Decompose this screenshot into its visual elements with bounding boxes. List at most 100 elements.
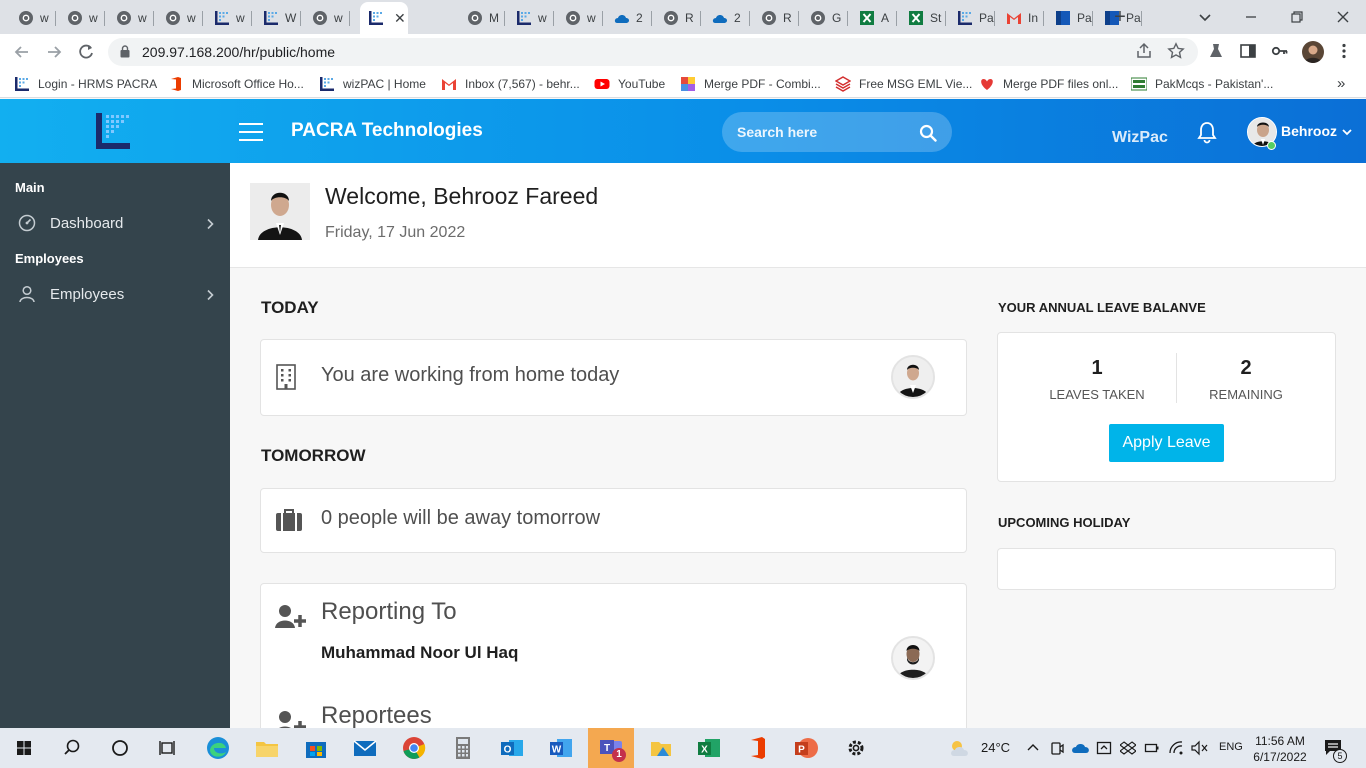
cortana-icon[interactable] [106, 734, 134, 762]
close-tab-icon[interactable]: ✕ [394, 10, 406, 27]
search-icon[interactable] [919, 124, 937, 142]
lock-icon[interactable] [120, 45, 130, 58]
profile-avatar[interactable] [1302, 41, 1324, 63]
battery-plug-icon[interactable] [1144, 740, 1160, 756]
search-icon[interactable] [58, 734, 86, 762]
browser-tab[interactable]: W [253, 4, 301, 32]
chevron-down-icon[interactable] [1341, 125, 1353, 137]
browser-tab[interactable]: w [57, 4, 105, 32]
tab-search-button[interactable] [1194, 6, 1216, 28]
file-explorer-icon[interactable] [253, 734, 281, 762]
browser-tab[interactable]: M [457, 4, 505, 32]
mail-icon[interactable] [351, 734, 379, 762]
bookmark-item[interactable]: YouTube [594, 76, 665, 92]
windows-start-icon[interactable] [10, 734, 38, 762]
browser-tab[interactable]: 2 [604, 4, 652, 32]
bookmark-item[interactable]: wizPAC | Home [319, 76, 426, 92]
excel-icon[interactable]: X [695, 734, 723, 762]
browser-tab[interactable]: 2 [702, 4, 750, 32]
dropbox-icon[interactable] [1119, 740, 1137, 756]
browser-tab[interactable]: w [106, 4, 154, 32]
office-icon[interactable] [743, 734, 771, 762]
bookmark-item[interactable]: PakMcqs - Pakistan'... [1130, 76, 1273, 92]
globe-icon [810, 10, 826, 26]
browser-tab[interactable]: St [898, 4, 946, 32]
weather-temperature[interactable]: 24°C [981, 740, 1010, 755]
volume-muted-icon[interactable] [1191, 740, 1209, 756]
bookmark-star-icon[interactable] [1166, 42, 1186, 62]
browser-tab[interactable]: ✕ [360, 2, 408, 34]
chevron-up-icon[interactable] [1026, 741, 1040, 755]
browser-tab[interactable]: w [555, 4, 603, 32]
new-tab-button[interactable]: + [1109, 6, 1131, 28]
wifi-icon[interactable] [1168, 740, 1184, 756]
tab-title: w [138, 11, 147, 25]
store-icon[interactable] [302, 734, 330, 762]
reload-button[interactable] [75, 41, 97, 63]
close-window-button[interactable] [1332, 6, 1354, 28]
extension-icon[interactable] [1206, 42, 1226, 62]
browser-tab[interactable]: w [8, 4, 56, 32]
sidebar [0, 163, 230, 728]
browser-tab[interactable]: w [204, 4, 252, 32]
settings-gear-icon[interactable] [842, 734, 870, 762]
side-panel-icon[interactable] [1238, 42, 1258, 62]
browser-menu-icon[interactable] [1334, 42, 1354, 62]
user-name[interactable]: Behrooz [1281, 123, 1337, 139]
browser-tab[interactable]: In [996, 4, 1044, 32]
key-icon[interactable] [1270, 42, 1290, 62]
bookmark-item[interactable]: Free MSG EML Vie... [834, 76, 973, 92]
bell-icon[interactable] [1196, 121, 1218, 145]
sidebar-item-employees[interactable]: Employees [0, 276, 230, 312]
calculator-icon[interactable] [449, 734, 477, 762]
menu-toggle-icon[interactable] [239, 123, 263, 141]
browser-tab[interactable]: R [751, 4, 799, 32]
pacra-icon [319, 76, 335, 92]
manager-name[interactable]: Muhammad Noor Ul Haq [321, 643, 518, 663]
word-icon[interactable]: W [547, 734, 575, 762]
outlook-icon[interactable]: O [498, 734, 526, 762]
browser-tab[interactable]: w [155, 4, 203, 32]
meet-now-icon[interactable] [1049, 740, 1065, 756]
browser-tab[interactable]: Pa [947, 4, 995, 32]
tab-title: In [1028, 11, 1039, 25]
bookmark-item[interactable]: Merge PDF - Combi... [680, 76, 821, 92]
edge-icon[interactable] [204, 734, 232, 762]
bookmark-item[interactable]: Microsoft Office Ho... [168, 76, 304, 92]
browser-tab[interactable]: Pa [1045, 4, 1093, 32]
forward-button[interactable] [43, 41, 65, 63]
screen-capture-icon[interactable] [1096, 740, 1112, 756]
bookmark-item[interactable]: Inbox (7,567) - behr... [441, 76, 580, 92]
chrome-icon[interactable] [400, 734, 428, 762]
pacra-logo[interactable] [94, 111, 136, 153]
onedrive-icon[interactable] [1071, 740, 1091, 756]
bookmark-item[interactable]: Login - HRMS PACRA [14, 76, 157, 92]
browser-tab[interactable]: G [800, 4, 848, 32]
leaves-remaining-value: 2 [1240, 357, 1252, 379]
language-indicator[interactable]: ENG [1219, 741, 1243, 753]
sidebar-item-dashboard[interactable]: Dashboard [0, 205, 230, 241]
url-text[interactable]: 209.97.168.200/hr/public/home [142, 44, 335, 60]
tab-title: w [187, 11, 196, 25]
clock[interactable]: 11:56 AM 6/17/2022 [1247, 733, 1313, 765]
back-button[interactable] [11, 41, 33, 63]
powerpoint-icon[interactable]: P [792, 734, 820, 762]
browser-tab[interactable]: w [506, 4, 554, 32]
bookmark-item[interactable]: Merge PDF files onl... [979, 76, 1118, 92]
browser-tab[interactable]: A [849, 4, 897, 32]
reportees-heading: Reportees [321, 702, 432, 729]
search-placeholder[interactable]: Search here [737, 124, 817, 140]
browser-tab[interactable]: R [653, 4, 701, 32]
task-view-icon[interactable] [154, 734, 182, 762]
photos-icon[interactable] [647, 734, 675, 762]
bookmark-label: Free MSG EML Vie... [859, 77, 973, 91]
apply-leave-button[interactable]: Apply Leave [1109, 424, 1224, 462]
share-icon[interactable] [1134, 42, 1154, 62]
weather-cloud-icon[interactable] [948, 738, 972, 758]
clock-date: 6/17/2022 [1253, 750, 1307, 764]
restore-button[interactable] [1286, 6, 1308, 28]
more-bookmarks-button[interactable]: » [1337, 75, 1345, 92]
minimize-button[interactable] [1240, 6, 1262, 28]
browser-tab[interactable]: w [302, 4, 350, 32]
wizpac-link[interactable]: WizPac [1112, 129, 1168, 147]
